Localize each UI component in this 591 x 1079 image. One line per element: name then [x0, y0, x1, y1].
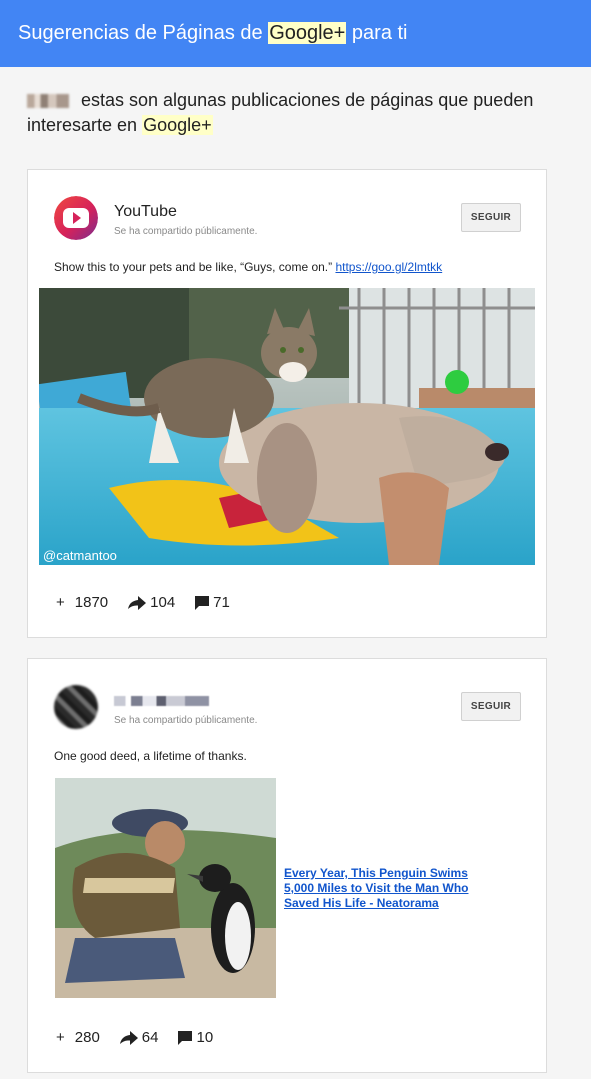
email-header: Sugerencias de Páginas de Google+ para t… — [0, 0, 591, 67]
plus-count: 280 — [74, 1029, 100, 1046]
comment-icon — [178, 1030, 193, 1045]
post-card-youtube: YouTube Se ha compartido públicamente. S… — [27, 169, 547, 638]
image-watermark: @catmantoo — [43, 548, 117, 563]
shared-publicly-label: Se ha compartido públicamente. — [114, 715, 258, 726]
post-text: One good deed, a lifetime of thanks. — [54, 749, 247, 763]
share-count: 64 — [141, 1029, 159, 1046]
header-title-highlight: Google+ — [268, 22, 347, 44]
post-link[interactable]: https://goo.gl/2lmtkk — [335, 260, 442, 274]
intro-message: estas son algunas publicaciones de págin… — [27, 90, 534, 135]
post-author[interactable]: YouTube — [114, 203, 177, 221]
share-arrow-icon — [119, 1030, 138, 1045]
header-title: Sugerencias de Páginas de Google+ para t… — [18, 20, 408, 46]
comment-button[interactable]: 71 — [195, 594, 230, 611]
shared-publicly-label: Se ha compartido públicamente. — [114, 226, 258, 237]
plus-one-button[interactable]: + 1870 — [56, 594, 108, 611]
youtube-logo-icon[interactable] — [54, 196, 98, 240]
post-stats: + 1870 104 71 — [56, 594, 230, 611]
post-stats: + 280 64 10 — [56, 1029, 213, 1046]
post-text: Show this to your pets and be like, “Guy… — [54, 260, 442, 274]
comment-icon — [195, 595, 210, 610]
post-message: Show this to your pets and be like, “Guy… — [54, 260, 336, 274]
share-button[interactable]: 64 — [119, 1029, 159, 1046]
plus-icon: + — [56, 594, 65, 611]
author-avatar-redacted[interactable] — [54, 685, 98, 729]
share-count: 104 — [150, 594, 176, 611]
comment-count: 10 — [196, 1029, 214, 1046]
follow-button[interactable]: SEGUIR — [461, 692, 521, 721]
recipient-name-redacted — [27, 94, 69, 109]
intro-highlight: Google+ — [142, 115, 213, 135]
share-arrow-icon — [128, 595, 147, 610]
link-thumbnail-penguin[interactable] — [55, 778, 276, 998]
share-button[interactable]: 104 — [128, 594, 175, 611]
link-title[interactable]: Every Year, This Penguin Swims 5,000 Mil… — [284, 866, 499, 911]
follow-button[interactable]: SEGUIR — [461, 203, 521, 232]
post-image-cat-dog[interactable]: @catmantoo — [39, 288, 535, 565]
plus-icon: + — [56, 1029, 65, 1046]
post-card-redacted: Se ha compartido públicamente. SEGUIR On… — [27, 658, 547, 1073]
comment-button[interactable]: 10 — [178, 1029, 213, 1046]
plus-count: 1870 — [74, 594, 109, 611]
intro-text: estas son algunas publicaciones de págin… — [27, 88, 567, 138]
plus-one-button[interactable]: + 280 — [56, 1029, 100, 1046]
post-author-redacted[interactable] — [114, 696, 209, 706]
header-title-start: Sugerencias de Páginas de — [18, 22, 269, 44]
comment-count: 71 — [213, 594, 230, 611]
header-title-end: para ti — [346, 22, 408, 44]
